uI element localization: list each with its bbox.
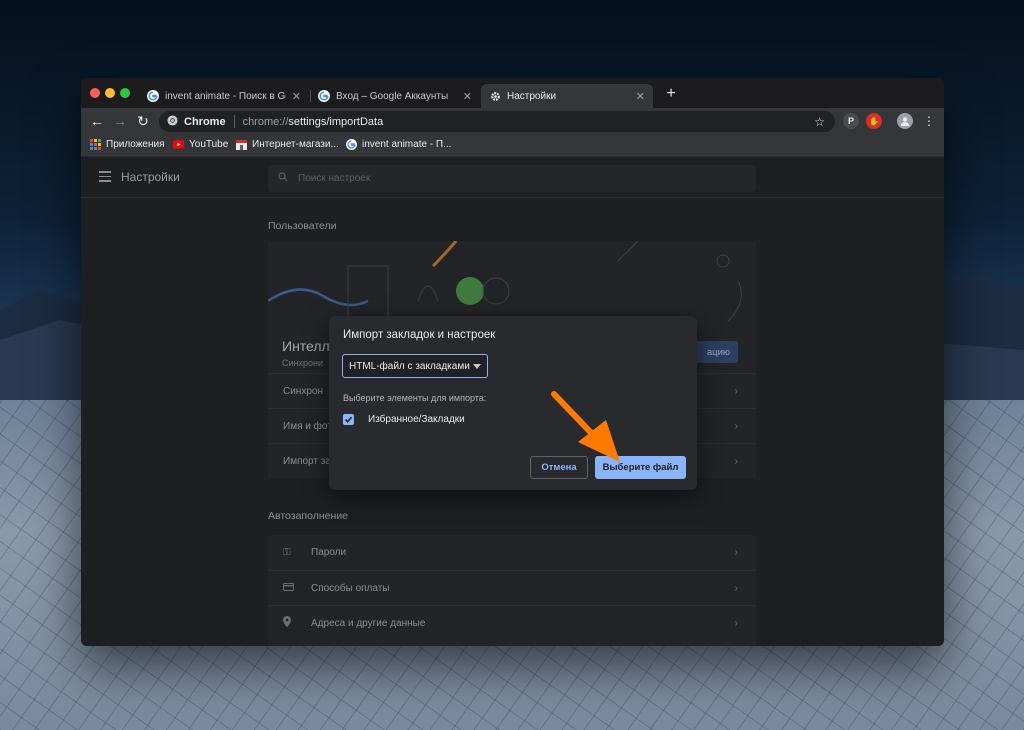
settings-header: Настройки Поиск настроек [81, 157, 944, 198]
store-icon [236, 139, 247, 150]
row-label: Пароли [311, 547, 347, 558]
dialog-title: Импорт закладок и настроек [343, 329, 496, 341]
adblock-extension-icon[interactable]: ✋ [866, 113, 882, 129]
apps-grid-icon [90, 139, 101, 150]
chevron-right-icon: › [734, 455, 738, 467]
close-icon[interactable]: ✕ [463, 90, 472, 103]
bookmarks-bar: Приложения YouTube Интернет-магази... in… [81, 135, 944, 157]
reload-icon[interactable]: ↻ [134, 112, 152, 130]
pointer-arrow-icon [551, 391, 620, 462]
items-label: Выберите элементы для импорта: [343, 393, 487, 403]
search-placeholder: Поиск настроек [298, 173, 371, 184]
google-g-icon [346, 139, 357, 150]
row-label: Импорт за [283, 455, 331, 467]
row-label: Способы оплаты [311, 582, 390, 594]
chevron-right-icon: › [734, 582, 738, 594]
row-label: Адреса и другие данные [311, 617, 426, 629]
address-bar[interactable]: Chrome chrome:// settings/importData ☆ [159, 111, 835, 132]
import-dialog: Импорт закладок и настроек HTML-файл с з… [329, 316, 697, 490]
bookmarks-checkbox[interactable] [343, 414, 354, 425]
back-arrow-icon[interactable]: ← [88, 112, 106, 130]
chevron-right-icon: › [734, 420, 738, 432]
row-label: Имя и фот [283, 420, 332, 432]
checkbox-label: Избранное/Закладки [368, 414, 465, 425]
new-tab-button[interactable]: + [661, 85, 681, 103]
close-window-button[interactable] [90, 88, 100, 98]
tab-label: Настройки [507, 90, 557, 102]
row-label: Синхрон [283, 385, 323, 397]
tab-label: invent animate - Поиск в Goog [165, 90, 286, 102]
import-source-select[interactable]: HTML-файл с закладками [342, 354, 488, 378]
toolbar: ← → ↻ Chrome chrome:// settings/importDa… [81, 108, 944, 135]
select-value: HTML-файл с закладками [349, 360, 470, 372]
chevron-down-icon [473, 364, 481, 369]
chevron-right-icon: › [734, 547, 738, 558]
menu-icon[interactable] [99, 171, 111, 185]
forward-arrow-icon[interactable]: → [111, 112, 129, 130]
bookmark-search[interactable]: invent animate - П... [346, 139, 451, 150]
chevron-right-icon: › [734, 617, 738, 629]
bookmark-store[interactable]: Интернет-магази... [236, 139, 339, 150]
maximize-window-button[interactable] [120, 88, 130, 98]
section-title-people: Пользователи [268, 220, 337, 232]
close-icon[interactable]: ✕ [636, 90, 645, 103]
avatar[interactable] [897, 113, 913, 129]
star-icon[interactable]: ☆ [814, 115, 825, 129]
location-pin-icon [283, 616, 297, 630]
tab-search[interactable]: invent animate - Поиск в Goog ✕ [139, 84, 309, 108]
bookmark-label: invent animate - П... [362, 139, 452, 150]
url-path: settings/importData [288, 115, 384, 128]
tab-strip: invent animate - Поиск в Goog ✕ Вход – G… [81, 78, 944, 108]
google-g-icon [147, 90, 159, 102]
credit-card-icon [283, 582, 297, 594]
chevron-right-icon: › [734, 385, 738, 397]
browser-window: invent animate - Поиск в Goog ✕ Вход – G… [81, 78, 944, 646]
settings-search-input[interactable]: Поиск настроек [268, 165, 756, 192]
chip-label: Chrome [184, 115, 226, 128]
bookmark-youtube[interactable]: YouTube [173, 139, 228, 150]
bookmark-label: YouTube [189, 139, 229, 150]
checkmark-icon [344, 416, 353, 423]
chrome-logo-icon [167, 114, 178, 129]
chrome-chip: Chrome [167, 114, 235, 129]
bookmark-apps[interactable]: Приложения [90, 139, 165, 150]
people-illustration [268, 241, 742, 321]
settings-row-payments[interactable]: Способы оплаты › [268, 570, 756, 605]
pinterest-extension-icon[interactable]: P [843, 113, 859, 129]
page-title: Настройки [121, 170, 180, 184]
settings-row-passwords[interactable]: ⚿ Пароли › [268, 535, 756, 570]
key-icon: ⚿ [283, 547, 291, 558]
bookmark-label: Приложения [106, 139, 165, 150]
more-menu-icon[interactable]: ⋮ [921, 113, 937, 129]
profile-subtitle: Синхрони [282, 358, 324, 368]
url-host: chrome:// [242, 115, 289, 128]
bookmark-label: Интернет-магази... [252, 139, 339, 150]
search-icon [278, 172, 288, 185]
autofill-card: ⚿ Пароли › Способы оплаты › Адреса и други… [268, 535, 756, 646]
close-icon[interactable]: ✕ [292, 90, 301, 103]
youtube-icon [173, 139, 184, 150]
settings-row-addresses[interactable]: Адреса и другие данные › [268, 605, 756, 640]
tab-login[interactable]: Вход – Google Аккаунты ✕ [310, 84, 480, 108]
google-g-icon [318, 90, 330, 102]
tab-label: Вход – Google Аккаунты [336, 90, 449, 102]
gear-icon [489, 90, 501, 102]
minimize-window-button[interactable] [105, 88, 115, 98]
tab-settings[interactable]: Настройки ✕ [481, 84, 653, 108]
section-title-autofill: Автозаполнение [268, 510, 348, 522]
